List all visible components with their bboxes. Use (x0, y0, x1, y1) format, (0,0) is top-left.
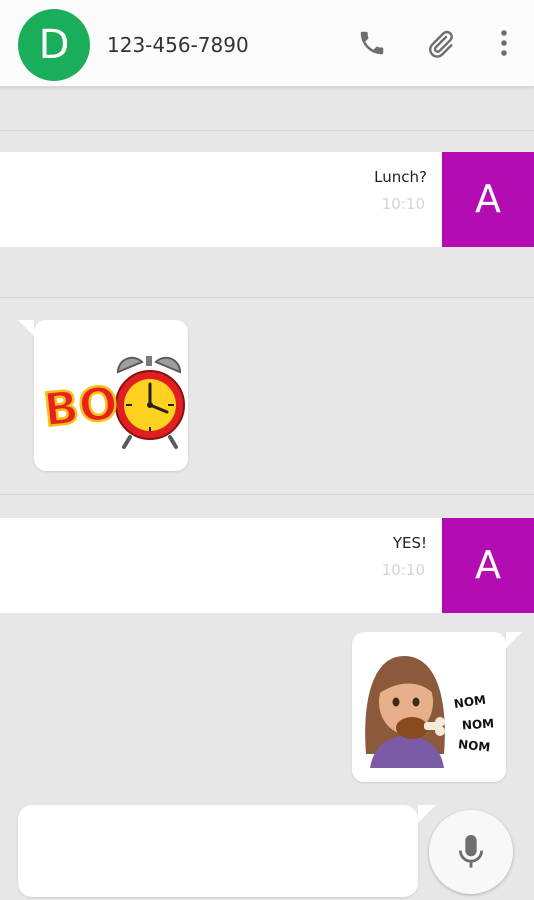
message-row-outgoing[interactable]: Lunch? 10:10 A (0, 152, 534, 247)
microphone-button[interactable] (429, 810, 513, 894)
message-timestamp: 10:10 (381, 195, 425, 213)
self-avatar[interactable]: A (442, 518, 534, 613)
sticker-nom-text: NOM (461, 716, 494, 732)
message-text: YES! (392, 534, 427, 552)
sticker-nom-text: NOM (453, 693, 487, 711)
microphone-icon (458, 835, 484, 868)
boo-alarm-clock-sticker: BO (40, 356, 185, 449)
nom-nom-sticker: NOM NOM NOM (365, 656, 495, 768)
bubble-tail (418, 805, 436, 823)
bubble-tail (506, 632, 522, 648)
message-composer[interactable] (18, 805, 436, 897)
self-avatar[interactable]: A (442, 152, 534, 247)
message-bubble-incoming[interactable]: BO (18, 320, 188, 471)
message-input[interactable] (30, 815, 410, 891)
bubble-tail (18, 320, 34, 336)
contact-phone-number[interactable]: 123-456-7890 (107, 33, 249, 57)
paperclip-icon[interactable] (424, 26, 456, 60)
divider (0, 494, 534, 495)
phone-icon[interactable] (356, 26, 388, 60)
message-bubble-outgoing[interactable]: NOM NOM NOM (352, 632, 522, 782)
sticker-nom-text: NOM (457, 737, 490, 754)
contact-avatar[interactable]: D (18, 9, 90, 81)
message-row-outgoing[interactable]: YES! 10:10 A (0, 518, 534, 613)
more-vert-icon[interactable] (488, 26, 520, 60)
boo-letters: BO (41, 376, 120, 437)
conversation-header: D 123-456-7890 (0, 0, 534, 87)
message-text: Lunch? (374, 168, 427, 186)
divider (0, 297, 534, 298)
message-timestamp: 10:10 (381, 561, 425, 579)
divider (0, 130, 534, 131)
